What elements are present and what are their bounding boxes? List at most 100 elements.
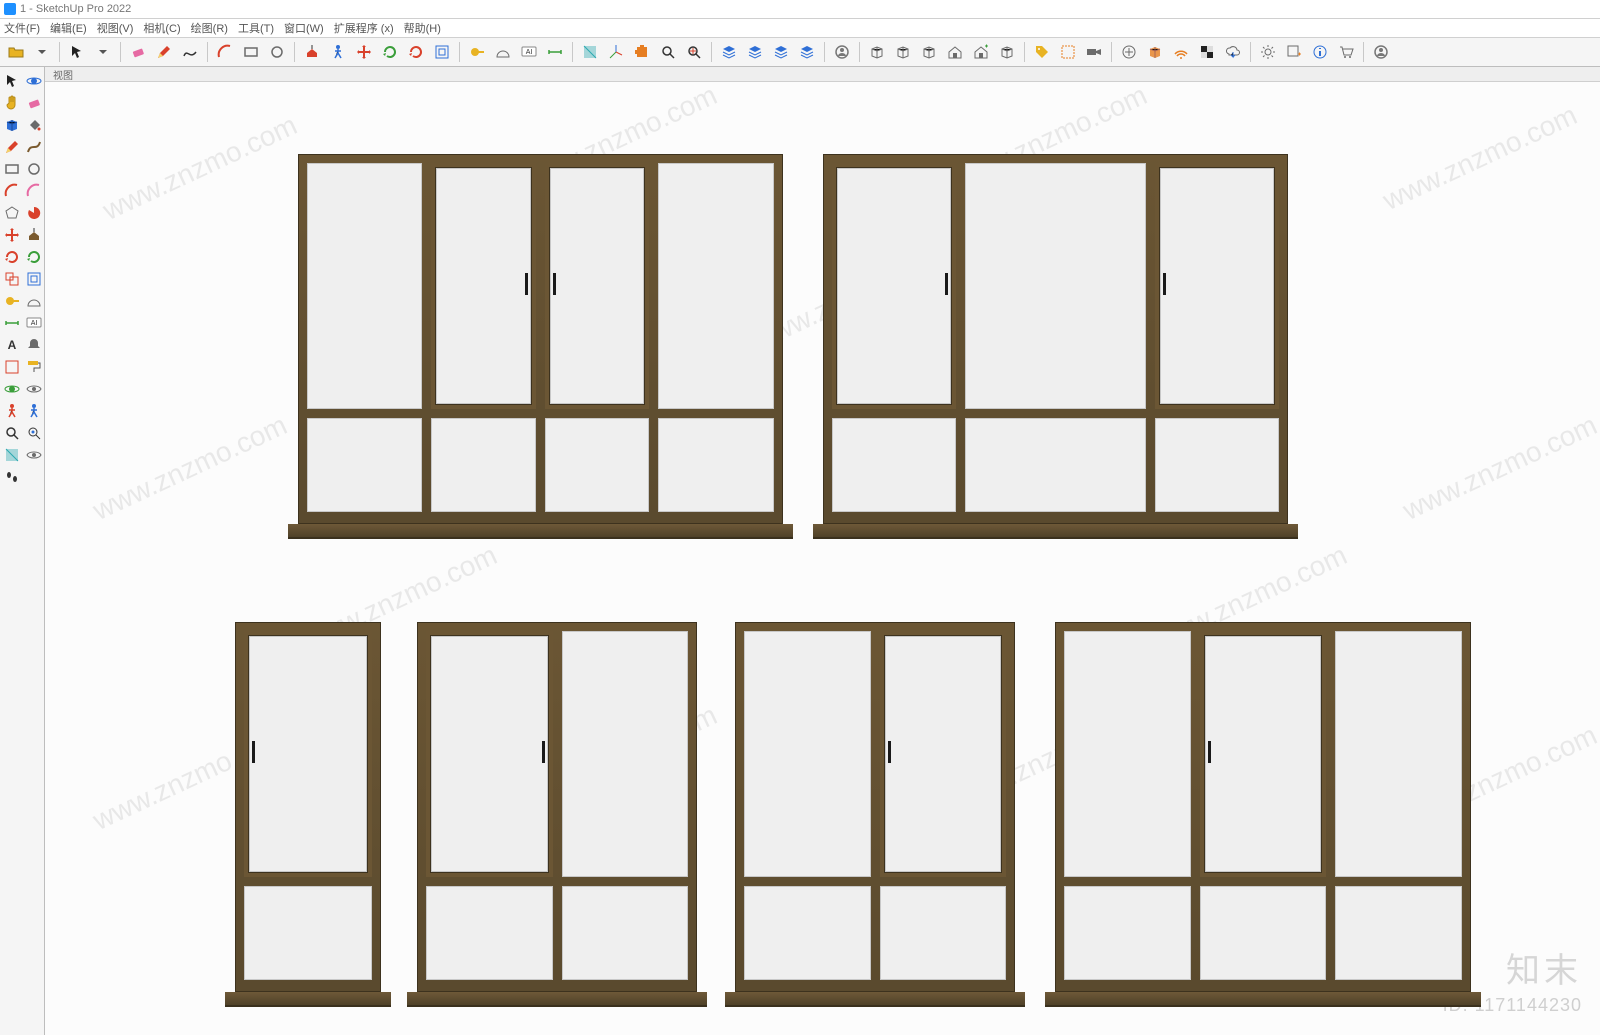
rotate-green-button[interactable]: [378, 40, 402, 64]
axes-button[interactable]: [604, 40, 628, 64]
layer-stack-button[interactable]: [717, 40, 741, 64]
layer-visibility-button[interactable]: [769, 40, 793, 64]
look-around-button[interactable]: [22, 443, 46, 467]
model-viewport[interactable]: www.znzmo.comwww.znzmo.comwww.znzmo.comw…: [45, 82, 1600, 1035]
folder-open-button[interactable]: [4, 40, 28, 64]
menu-item[interactable]: 窗口(W): [284, 20, 324, 36]
arc-button[interactable]: [213, 40, 237, 64]
window-plus-button[interactable]: [1282, 40, 1306, 64]
menu-item[interactable]: 工具(T): [238, 20, 274, 36]
rotate-loop-button[interactable]: [404, 40, 428, 64]
scale-red-button[interactable]: [0, 267, 24, 291]
rotate-red-button[interactable]: [0, 245, 24, 269]
arc-red-button[interactable]: [0, 179, 24, 203]
offset-button[interactable]: [430, 40, 454, 64]
profile-circle-button[interactable]: [1369, 40, 1393, 64]
circle-button[interactable]: [265, 40, 289, 64]
tag-yellow-button[interactable]: [1030, 40, 1054, 64]
menu-item[interactable]: 相机(C): [143, 20, 180, 36]
box-iso-button[interactable]: [917, 40, 941, 64]
info-button[interactable]: [1308, 40, 1332, 64]
menu-item[interactable]: 帮助(H): [404, 20, 441, 36]
zoom-red-button[interactable]: [0, 421, 24, 445]
pie-button[interactable]: [22, 201, 46, 225]
house-button[interactable]: [943, 40, 967, 64]
extension-button[interactable]: [630, 40, 654, 64]
curve-brown-button[interactable]: [22, 135, 46, 159]
blue-cube-button[interactable]: [0, 113, 24, 137]
cloud-down-button[interactable]: [1221, 40, 1245, 64]
box-front-button[interactable]: [891, 40, 915, 64]
gear-button[interactable]: [1256, 40, 1280, 64]
menu-item[interactable]: 视图(V): [97, 20, 134, 36]
walk-red-button[interactable]: [0, 399, 24, 423]
protractor-gray-button[interactable]: [22, 289, 46, 313]
paint-bucket-button[interactable]: [22, 113, 46, 137]
box-button[interactable]: [865, 40, 889, 64]
house-plus-button[interactable]: [969, 40, 993, 64]
zoom-extents-button[interactable]: [682, 40, 706, 64]
tape-yellow-button[interactable]: [0, 289, 24, 313]
polygon-button[interactable]: [0, 201, 24, 225]
user-circle-button[interactable]: [830, 40, 854, 64]
dropdown-button[interactable]: [91, 40, 115, 64]
orbit-green-button[interactable]: [0, 377, 24, 401]
eye-button[interactable]: [22, 377, 46, 401]
text-a-button[interactable]: A: [0, 333, 24, 357]
zoom-button[interactable]: [656, 40, 680, 64]
freehand-button[interactable]: [178, 40, 202, 64]
protractor-button[interactable]: [491, 40, 515, 64]
select-red-button[interactable]: [0, 355, 24, 379]
move-red-button[interactable]: [352, 40, 376, 64]
scene-tab-bar[interactable]: 视图: [45, 67, 1600, 82]
label-ai-button[interactable]: AI: [22, 311, 46, 335]
wifi-orange-button[interactable]: [1169, 40, 1193, 64]
menu-item[interactable]: 绘图(R): [191, 20, 228, 36]
layer-toggle-button[interactable]: [795, 40, 819, 64]
section-blue-button[interactable]: [0, 443, 24, 467]
section-cyan-button[interactable]: [578, 40, 602, 64]
menu-item[interactable]: 编辑(E): [50, 20, 87, 36]
rectangle-gray-button[interactable]: [0, 157, 24, 181]
select-box-button[interactable]: [1056, 40, 1080, 64]
select-box-icon: [1060, 44, 1076, 60]
bell-button[interactable]: [22, 333, 46, 357]
paint-roller-button[interactable]: [22, 355, 46, 379]
pushpull-brown-button[interactable]: [22, 223, 46, 247]
add-layer-button[interactable]: [743, 40, 767, 64]
position-camera-button[interactable]: [22, 421, 46, 445]
plus-circle-button[interactable]: [1117, 40, 1141, 64]
select-arrow-button[interactable]: [0, 69, 24, 93]
walk-blue-button[interactable]: [22, 399, 46, 423]
dimension-green-button[interactable]: [0, 311, 24, 335]
menu-item[interactable]: 文件(F): [4, 20, 40, 36]
hand-yellow-button[interactable]: [0, 91, 24, 115]
dropdown-button[interactable]: [30, 40, 54, 64]
circle-gray-button[interactable]: [22, 157, 46, 181]
offset-blue-button[interactable]: [22, 267, 46, 291]
dimension-button[interactable]: [543, 40, 567, 64]
cube-3d-button[interactable]: [1143, 40, 1167, 64]
checker-button[interactable]: [1195, 40, 1219, 64]
cart-button[interactable]: [1334, 40, 1358, 64]
eraser-pink-button[interactable]: [126, 40, 150, 64]
rectangle-button[interactable]: [239, 40, 263, 64]
walk-blue-button[interactable]: [326, 40, 350, 64]
select-arrow-button[interactable]: [65, 40, 89, 64]
arc-pink-button[interactable]: [22, 179, 46, 203]
eraser-large-button[interactable]: [22, 91, 46, 115]
pushpull-red-button[interactable]: [300, 40, 324, 64]
menu-bar[interactable]: 文件(F) 编辑(E) 视图(V) 相机(C) 绘图(R) 工具(T) 窗口(W) 扩展程序 …: [0, 19, 1600, 38]
pencil-button[interactable]: [152, 40, 176, 64]
rotate-green-button[interactable]: [22, 245, 46, 269]
video-camera-button[interactable]: [1082, 40, 1106, 64]
tape-button[interactable]: [465, 40, 489, 64]
label-ai-button[interactable]: AI: [517, 40, 541, 64]
pencil-red-button[interactable]: [0, 135, 24, 159]
orbit-blue-button[interactable]: [22, 69, 46, 93]
footprints-button[interactable]: [0, 465, 24, 489]
cabinet-button[interactable]: [995, 40, 1019, 64]
menu-item[interactable]: 扩展程序 (x): [334, 20, 394, 36]
scene-tab-label[interactable]: 视图: [53, 67, 73, 82]
move-red-button[interactable]: [0, 223, 24, 247]
